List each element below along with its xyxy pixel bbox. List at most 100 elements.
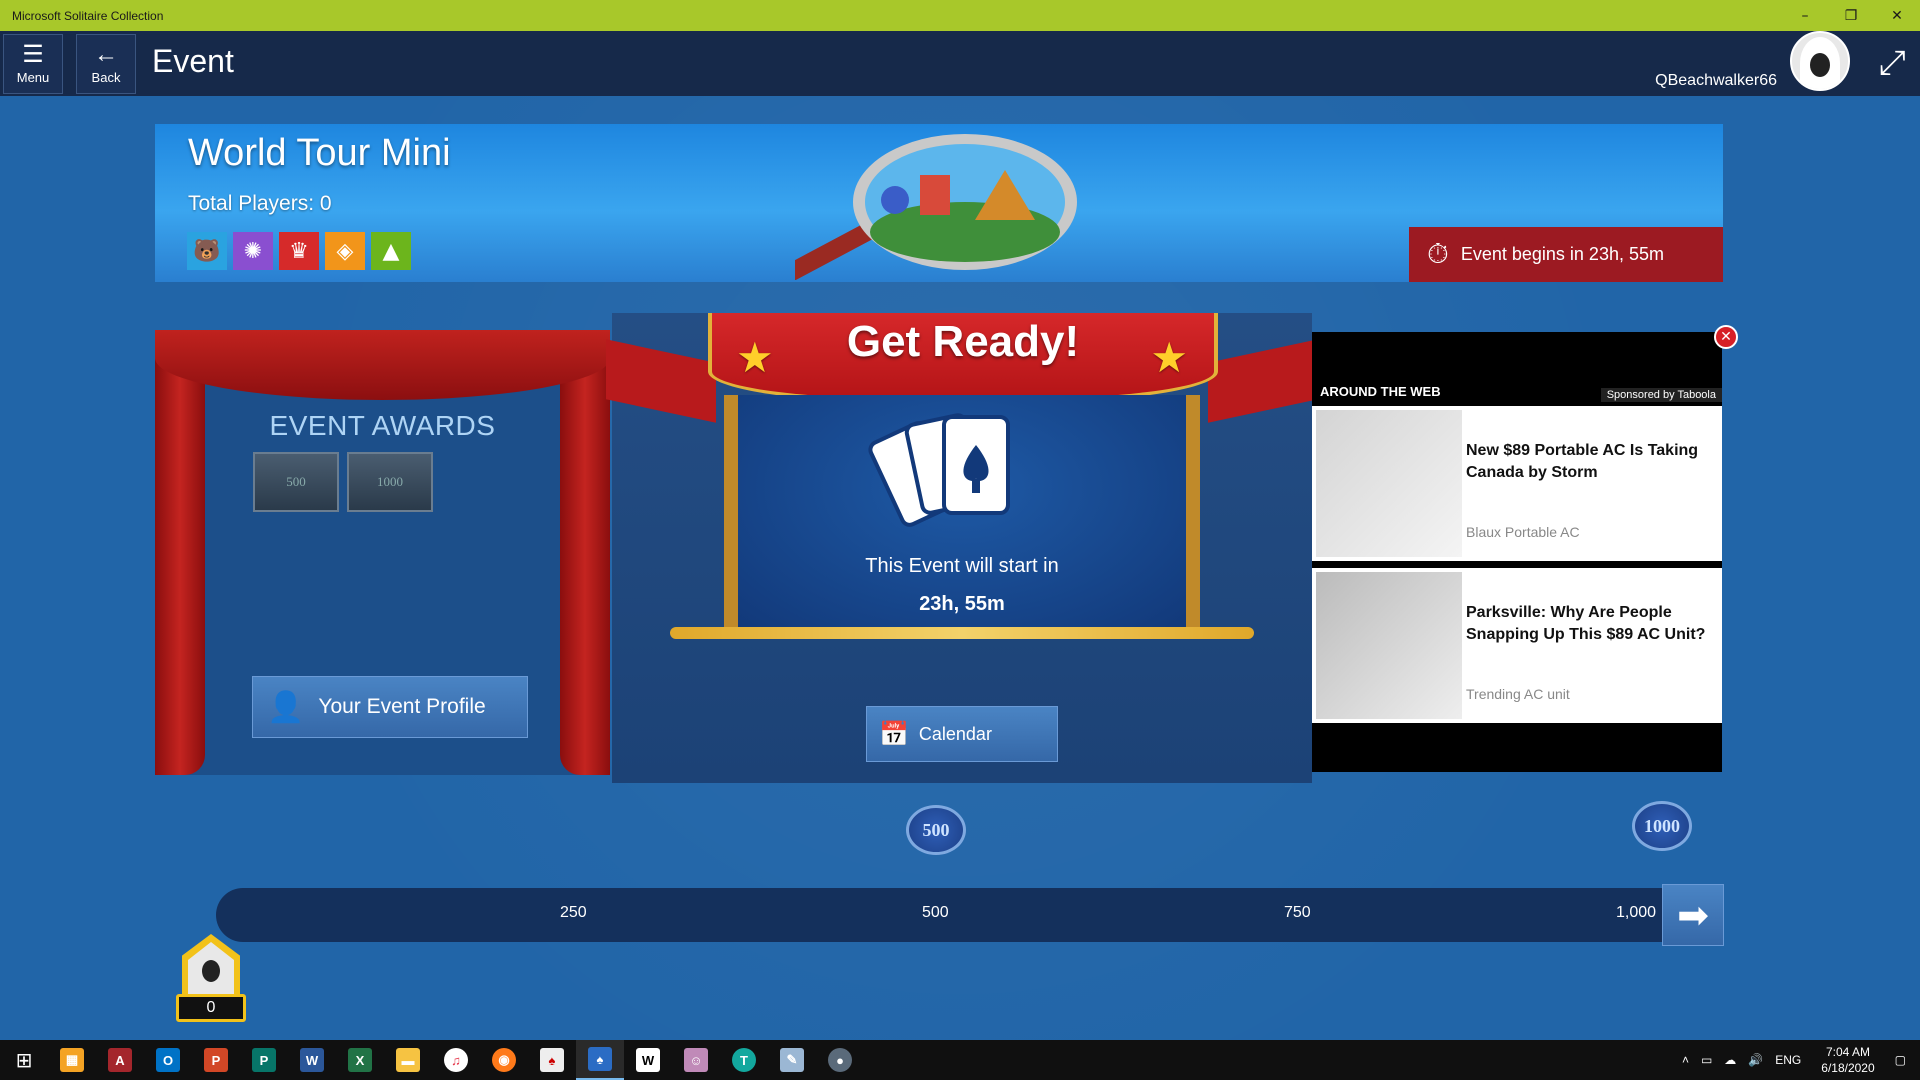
award-badge-1000[interactable]: 1000: [347, 452, 433, 512]
paint-icon: ✎: [780, 1048, 804, 1072]
window-titlebar: Microsoft Solitaire Collection – ❐ ✕: [0, 0, 1920, 31]
taskbar-app[interactable]: ▬: [384, 1040, 432, 1080]
chevron-up-icon[interactable]: ˄: [1682, 1053, 1689, 1067]
w-app-icon: W: [636, 1048, 660, 1072]
username[interactable]: QBeachwalker66: [1655, 72, 1777, 90]
taskbar-app[interactable]: ♫: [432, 1040, 480, 1080]
next-arrow-button[interactable]: ➡: [1662, 884, 1724, 946]
event-begins-text: Event begins in 23h, 55m: [1460, 244, 1664, 264]
clock-time: 7:04 AM: [1825, 1045, 1870, 1059]
calendar-button[interactable]: 📅 Calendar: [866, 706, 1058, 762]
music-icon: ♫: [444, 1048, 468, 1072]
award-badge-500[interactable]: 500: [253, 452, 339, 512]
medal-value: 500: [906, 805, 966, 855]
taskbar-app[interactable]: ♠: [528, 1040, 576, 1080]
bear-icon: 🐻: [187, 232, 227, 270]
close-window-button[interactable]: ✕: [1874, 0, 1920, 31]
milestone-medal-1000: 1000: [1602, 786, 1722, 866]
tick-label: 1,000: [1616, 904, 1657, 921]
menu-label: Menu: [16, 70, 50, 85]
player-score: 0: [176, 994, 246, 1022]
taskbar: ⊞ ▦ A O P P W X ▬ ♫ ◉ ♠ ♠ W ☺ T ✎ ● ˄ ▭ …: [0, 1040, 1920, 1080]
cards-app-icon: ♠: [540, 1048, 564, 1072]
taskbar-app[interactable]: ▦: [48, 1040, 96, 1080]
clock-date: 6/18/2020: [1821, 1061, 1875, 1075]
file-icon: ▦: [60, 1048, 84, 1072]
firefox-icon: ◉: [492, 1048, 516, 1072]
get-ready-panel: Get Ready! ★ ★ This Event will start in …: [606, 313, 1318, 783]
volume-icon[interactable]: 🔊: [1748, 1053, 1763, 1067]
taskbar-app[interactable]: T: [720, 1040, 768, 1080]
app-header: ☰ Menu ← Back Event QBeachwalker66 ⤢: [0, 31, 1920, 96]
game-mode-icons: 🐻 ✺ ♛ ◈ ▲: [187, 232, 411, 270]
tick-label: 500: [922, 904, 949, 921]
ad-item[interactable]: New $89 Portable AC Is Taking Canada by …: [1312, 406, 1722, 561]
start-button[interactable]: ⊞: [0, 1040, 48, 1080]
back-label: Back: [91, 70, 121, 85]
taskbar-app[interactable]: ✎: [768, 1040, 816, 1080]
fullscreen-icon[interactable]: ⤢: [1879, 43, 1906, 83]
diamond-icon: ◈: [325, 232, 365, 270]
cloud-icon[interactable]: ☁: [1724, 1053, 1736, 1067]
ad-item[interactable]: Parksville: Why Are People Snapping Up T…: [1312, 568, 1722, 723]
notification-icon[interactable]: ▢: [1895, 1053, 1906, 1067]
taskbar-app[interactable]: ◉: [480, 1040, 528, 1080]
event-start-time: 23h, 55m: [919, 593, 1005, 615]
orb-icon: ●: [828, 1048, 852, 1072]
outlook-icon: O: [156, 1048, 180, 1072]
awards-title: EVENT AWARDS: [269, 410, 496, 441]
word-icon: W: [300, 1048, 324, 1072]
star-icon: ★: [736, 333, 774, 382]
ad-header: AROUND THE WEB: [1320, 384, 1441, 399]
page-title: Event: [152, 43, 234, 79]
ad-source: Blaux Portable AC: [1466, 524, 1580, 540]
event-profile-button[interactable]: 👤 Your Event Profile: [252, 676, 528, 738]
taskbar-app-solitaire[interactable]: ♠: [576, 1040, 624, 1080]
hamburger-icon: ☰: [22, 41, 44, 68]
restore-button[interactable]: ❐: [1828, 0, 1874, 31]
t-app-icon: T: [732, 1048, 756, 1072]
window-title: Microsoft Solitaire Collection: [12, 8, 164, 23]
taskbar-app[interactable]: ☺: [672, 1040, 720, 1080]
star-icon: ★: [1150, 333, 1188, 382]
close-ad-icon[interactable]: ✕: [1714, 325, 1738, 349]
ad-thumbnail: [1316, 410, 1462, 557]
event-start-message: This Event will start in: [865, 555, 1059, 577]
person-icon: 👤: [267, 690, 305, 724]
taskbar-app[interactable]: P: [192, 1040, 240, 1080]
taskbar-app[interactable]: A: [96, 1040, 144, 1080]
excel-icon: X: [348, 1048, 372, 1072]
ribbon-tail-right: [1208, 339, 1318, 423]
language-indicator[interactable]: ENG: [1775, 1053, 1801, 1067]
taskbar-clock[interactable]: 7:04 AM 6/18/2020: [1821, 1044, 1874, 1076]
event-title: World Tour Mini: [188, 132, 451, 174]
taskbar-app[interactable]: X: [336, 1040, 384, 1080]
magnifier-icon: [795, 134, 1077, 280]
system-tray: ˄ ▭ ☁ 🔊 ENG 7:04 AM 6/18/2020 ▢: [1676, 1040, 1920, 1080]
ad-panel: AROUND THE WEB Sponsored by Taboola New …: [1312, 332, 1722, 772]
ad-title: Parksville: Why Are People Snapping Up T…: [1466, 604, 1706, 643]
event-banner: World Tour Mini Total Players: 0 🐻 ✺ ♛ ◈ ▲ ⏱…: [155, 124, 1723, 282]
back-button[interactable]: ← Back: [76, 34, 136, 94]
menu-button[interactable]: ☰ Menu: [3, 34, 63, 94]
arrow-right-icon: ➡: [1677, 893, 1709, 937]
network-icon[interactable]: ▭: [1701, 1053, 1712, 1067]
ad-title: New $89 Portable AC Is Taking Canada by …: [1466, 442, 1699, 481]
ad-sponsor[interactable]: Sponsored by Taboola: [1600, 388, 1722, 402]
tick-label: 750: [1284, 904, 1311, 921]
taskbar-app[interactable]: W: [288, 1040, 336, 1080]
powerpoint-icon: P: [204, 1048, 228, 1072]
ad-source: Trending AC unit: [1466, 686, 1570, 702]
minimize-button[interactable]: –: [1782, 0, 1828, 31]
avatar[interactable]: [1790, 31, 1850, 91]
taskbar-app[interactable]: O: [144, 1040, 192, 1080]
windows-icon: ⊞: [15, 1048, 33, 1072]
avatar-face: [1810, 53, 1830, 77]
event-profile-label: Your Event Profile: [318, 695, 486, 718]
taskbar-app[interactable]: W: [624, 1040, 672, 1080]
event-countdown: ⏱ Event begins in 23h, 55m: [1409, 227, 1723, 282]
awards-row: 500 1000: [253, 452, 433, 512]
calendar-label: Calendar: [918, 723, 992, 744]
taskbar-app[interactable]: P: [240, 1040, 288, 1080]
taskbar-app[interactable]: ●: [816, 1040, 864, 1080]
